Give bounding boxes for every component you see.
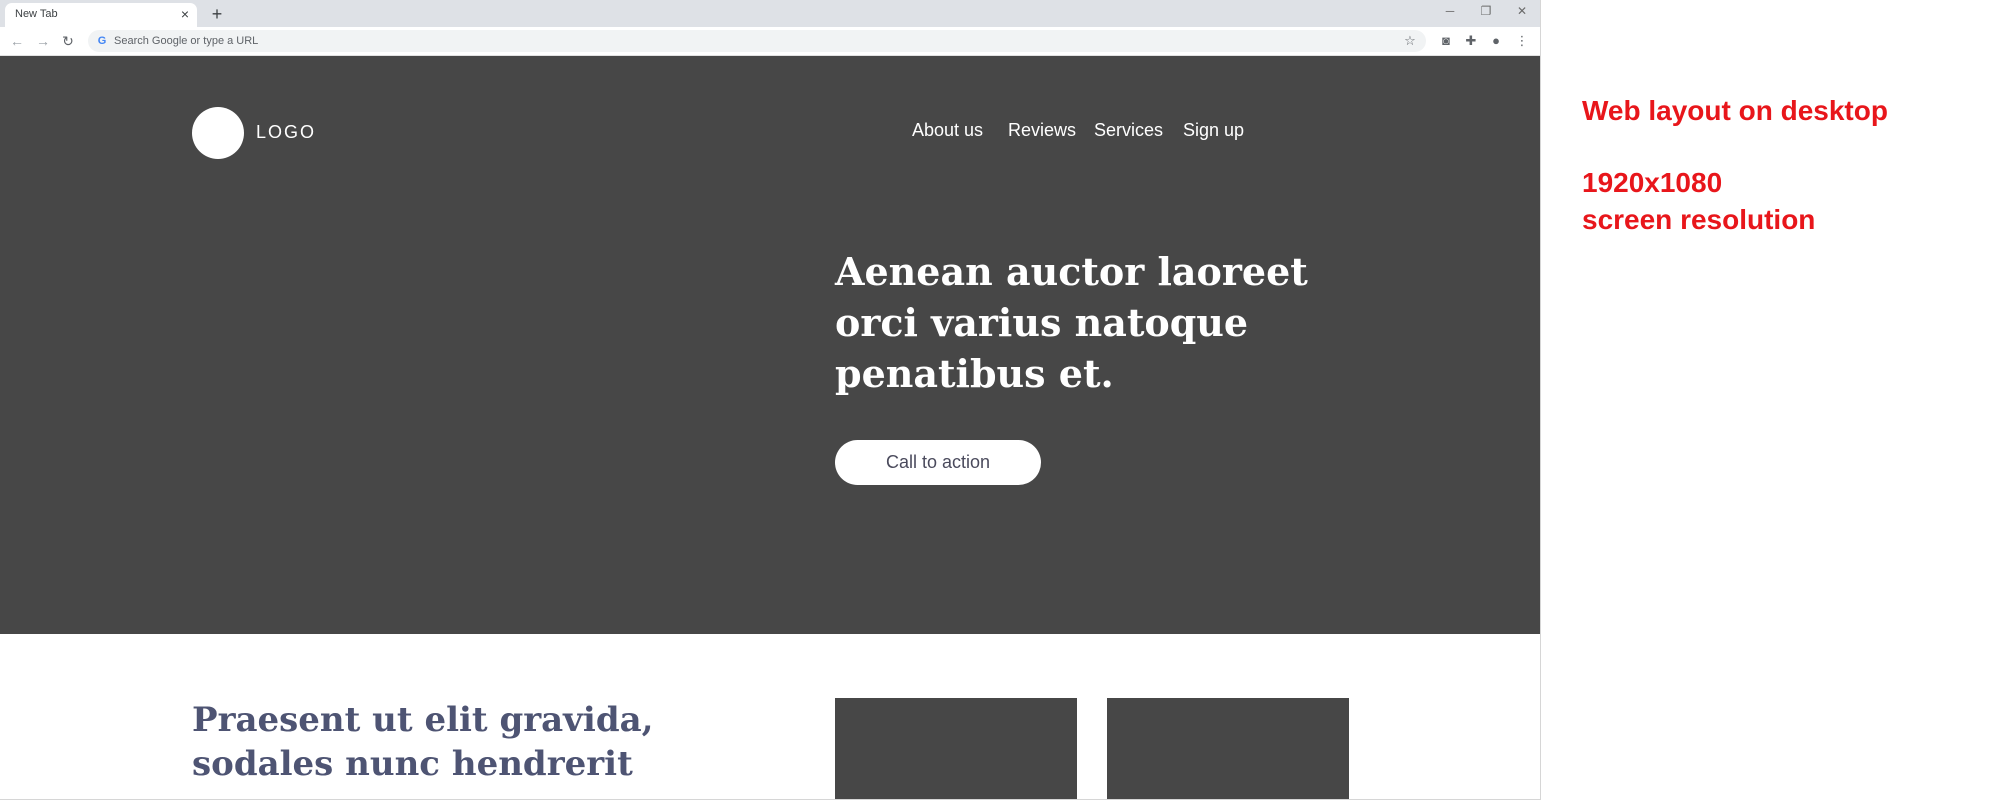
- content-card: [1107, 698, 1349, 799]
- page-viewport: LOGO About us Reviews Services Sign up A…: [0, 56, 1540, 799]
- plus-icon[interactable]: +: [208, 5, 226, 23]
- annotation-resolution-label: screen resolution: [1582, 204, 1816, 235]
- bookmark-star-icon[interactable]: ☆: [1402, 33, 1418, 49]
- content-card: [835, 698, 1077, 799]
- hero-title: Aenean auctor laoreet orci varius natoqu…: [835, 246, 1315, 399]
- tab-new-tab[interactable]: New Tab ×: [5, 3, 197, 27]
- back-icon[interactable]: ←: [9, 33, 25, 49]
- nav-sign-up[interactable]: Sign up: [1183, 120, 1244, 141]
- omnibox-input[interactable]: [114, 33, 1374, 49]
- section-title-line: Praesent ut elit gravida,: [192, 700, 654, 740]
- reload-icon[interactable]: ↻: [60, 33, 76, 49]
- annotation-title: Web layout on desktop: [1582, 95, 1888, 126]
- tab-bar: New Tab × + ─ ❐ ✕: [0, 0, 1540, 27]
- annotation-resolution: 1920x1080: [1582, 167, 1723, 198]
- restore-icon[interactable]: ❐: [1474, 3, 1498, 19]
- call-to-action-button[interactable]: Call to action: [835, 440, 1041, 485]
- camera-icon[interactable]: ◙: [1438, 33, 1454, 49]
- nav-reviews[interactable]: Reviews: [1008, 120, 1076, 141]
- logo-mark[interactable]: [192, 107, 244, 159]
- forward-icon[interactable]: →: [35, 33, 51, 49]
- tab-title: New Tab: [15, 8, 58, 20]
- hero-title-line: penatibus et.: [835, 351, 1114, 396]
- close-icon[interactable]: ✕: [1510, 3, 1534, 19]
- close-icon[interactable]: ×: [178, 7, 192, 21]
- hero-title-line: orci varius natoque: [835, 300, 1249, 345]
- google-icon: G: [97, 35, 107, 47]
- section-title-line: sodales nunc hendrerit: [192, 744, 633, 784]
- profile-icon[interactable]: ●: [1488, 33, 1504, 49]
- browser-toolbar: ← → ↻ G ☆ ◙ ✚ ● ⋮: [0, 27, 1540, 56]
- browser-window: New Tab × + ─ ❐ ✕ ← → ↻ G ☆ ◙ ✚ ● ⋮ LOGO…: [0, 0, 1541, 800]
- extensions-icon[interactable]: ✚: [1463, 33, 1479, 49]
- minimize-icon[interactable]: ─: [1438, 3, 1462, 19]
- nav-services[interactable]: Services: [1094, 120, 1163, 141]
- section-title: Praesent ut elit gravida, sodales nunc h…: [192, 698, 712, 786]
- logo-text[interactable]: LOGO: [256, 122, 316, 143]
- menu-icon[interactable]: ⋮: [1514, 33, 1530, 49]
- hero-section: LOGO About us Reviews Services Sign up A…: [0, 56, 1540, 634]
- nav-about-us[interactable]: About us: [912, 120, 983, 141]
- omnibox[interactable]: G ☆: [88, 30, 1426, 52]
- hero-title-line: Aenean auctor laoreet: [835, 249, 1308, 294]
